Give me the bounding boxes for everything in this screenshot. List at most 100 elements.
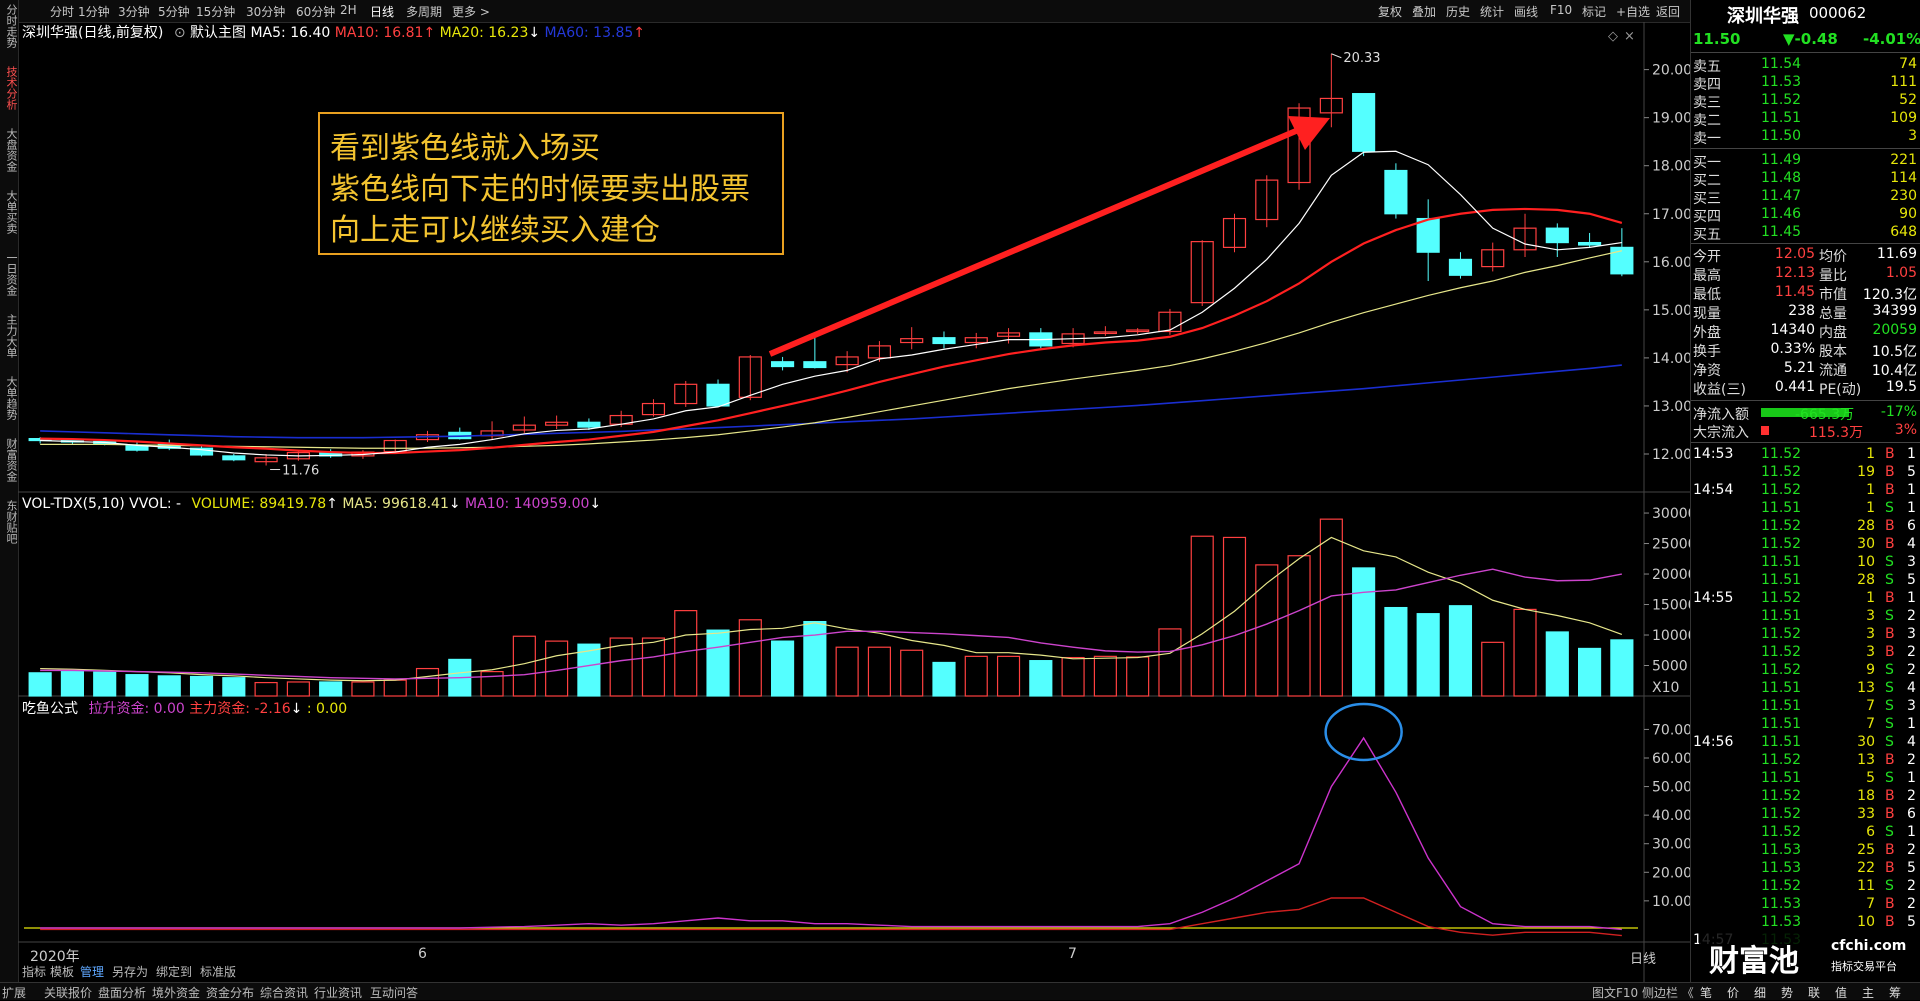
tick-price: 11.53 <box>1761 914 1802 930</box>
sub-tab-0[interactable]: 指标 <box>22 963 46 980</box>
sells-volume: 111 <box>1890 74 1917 90</box>
quote-tab-1[interactable]: 价 <box>1727 984 1739 1001</box>
quote-pct: -4.01% <box>1863 30 1920 48</box>
bottom-tab-6[interactable]: 行业资讯 <box>314 984 362 1001</box>
bottom-tab-7[interactable]: 互动问答 <box>370 984 418 1001</box>
chart-close-icon[interactable]: × <box>1624 29 1635 44</box>
tick-price: 11.51 <box>1761 698 1802 714</box>
tick-count: 1 <box>1907 824 1916 840</box>
volume-value: VOLUME: 89419.78 <box>191 496 327 512</box>
toolbar-tool-3[interactable]: 统计 <box>1480 3 1504 20</box>
tick-volume: 1 <box>1866 482 1875 498</box>
quote-tab-6[interactable]: 主 <box>1862 984 1874 1001</box>
sub-tab-2[interactable]: 管理 <box>80 963 104 980</box>
tick-price: 11.52 <box>1761 536 1802 552</box>
toolbar-tool-1[interactable]: 叠加 <box>1412 3 1436 20</box>
sells-label: 卖一 <box>1693 131 1721 147</box>
period-tab-2[interactable]: 3分钟 <box>118 3 150 20</box>
chart-gear-icon[interactable]: ⊙ <box>174 25 186 41</box>
volume-bar <box>1158 628 1182 697</box>
left-tab-2[interactable]: 大盘资金 <box>1 128 18 172</box>
tick-volume: 7 <box>1866 716 1875 732</box>
sells-volume: 109 <box>1890 110 1917 126</box>
volume-bar <box>60 671 84 697</box>
tick-side: B <box>1885 446 1895 462</box>
volume-bar <box>1578 647 1602 697</box>
ma10-label: MA10: 16.81 <box>334 25 424 41</box>
period-tab-4[interactable]: 15分钟 <box>196 3 235 20</box>
bottom-tab-3[interactable]: 境外资金 <box>152 984 200 1001</box>
period-tab-3[interactable]: 5分钟 <box>158 3 190 20</box>
sub-tab-4[interactable]: 绑定到 <box>156 963 192 980</box>
quote-tab-3[interactable]: 势 <box>1781 984 1793 1001</box>
book-divider <box>1691 148 1920 149</box>
stat-label: 收益(三) <box>1693 382 1746 398</box>
zhuli-fund-label: 主力资金: -2.16 <box>189 701 291 717</box>
tick-volume: 13 <box>1857 680 1875 696</box>
x-axis-period[interactable]: 日线 <box>1630 948 1656 967</box>
template-label[interactable]: 默认主图 <box>190 25 246 41</box>
annotation-line-1: 看到紫色线就入场买 <box>330 131 600 166</box>
low-price-label: 11.76 <box>282 464 319 479</box>
quote-tab-0[interactable]: 笔 <box>1700 984 1712 1001</box>
period-tab-10[interactable]: 更多 > <box>452 3 490 20</box>
stat-value: 14340 <box>1770 322 1815 338</box>
quote-tab-2[interactable]: 细 <box>1754 984 1766 1001</box>
zhuli-down-arrow-icon: ↓ <box>290 701 303 717</box>
period-tab-8[interactable]: 日线 <box>370 3 394 20</box>
buys-label: 买五 <box>1693 227 1721 243</box>
stat-value-2: 120.3亿 <box>1862 287 1917 303</box>
left-tab-1[interactable]: 技术分析 <box>1 66 18 110</box>
left-tab-3[interactable]: 大单买卖 <box>1 190 18 234</box>
candle-body <box>706 383 730 407</box>
tick-time: 14:56 <box>1693 734 1734 750</box>
tick-side: B <box>1885 914 1895 930</box>
period-tab-6[interactable]: 60分钟 <box>296 3 335 20</box>
bottom-right-label[interactable]: 图文F10 侧边栏 《 <box>1592 984 1694 1001</box>
bottom-tab-4[interactable]: 资金分布 <box>206 984 254 1001</box>
left-tab-8[interactable]: 东财贴吧 <box>1 500 18 544</box>
bottom-tab-0[interactable]: 扩展 <box>2 984 26 1001</box>
stat-value: 5.21 <box>1783 360 1815 376</box>
toolbar-tool-7[interactable]: +自选 <box>1616 3 1650 20</box>
period-tab-9[interactable]: 多周期 <box>406 3 442 20</box>
toolbar-tool-4[interactable]: 画线 <box>1514 3 1538 20</box>
left-tab-5[interactable]: 主力大单 <box>1 314 18 358</box>
toolbar-tool-5[interactable]: F10 <box>1550 3 1572 17</box>
period-tab-1[interactable]: 1分钟 <box>78 3 110 20</box>
stat-label-2: 股本 <box>1819 344 1847 360</box>
left-tab-0[interactable]: 分时走势 <box>1 4 18 48</box>
bottom-tab-1[interactable]: 关联报价 <box>44 984 92 1001</box>
indicator-tick-label: 20.00 <box>1652 865 1690 881</box>
quote-tab-7[interactable]: 筹 <box>1889 984 1901 1001</box>
tick-count: 2 <box>1907 644 1916 660</box>
sub-tab-1[interactable]: 模板 <box>50 963 74 980</box>
indicator-name: 吃鱼公式 <box>22 701 78 717</box>
toolbar-tool-2[interactable]: 历史 <box>1446 3 1470 20</box>
volume-bar <box>1610 639 1634 697</box>
bottom-tab-5[interactable]: 综合资讯 <box>260 984 308 1001</box>
left-tab-7[interactable]: 财富资金 <box>1 438 18 482</box>
toolbar-tool-0[interactable]: 复权 <box>1378 3 1402 20</box>
chart-expand-icon[interactable]: ◇ <box>1608 29 1618 44</box>
quote-tab-4[interactable]: 联 <box>1808 984 1820 1001</box>
quote-tab-5[interactable]: 值 <box>1835 984 1847 1001</box>
volume-bar <box>1384 606 1408 697</box>
chart-area[interactable]: 20.00 19.00 18.00 17.00 16.00 15.00 14.00 13.00… <box>18 22 1697 982</box>
period-tab-7[interactable]: 2H <box>340 3 357 17</box>
sub-tab-5[interactable]: 标准版 <box>200 963 236 980</box>
period-tab-0[interactable]: 分时 <box>50 3 74 20</box>
vol-ma5-label: MA5: 99618.41 <box>342 496 449 512</box>
toolbar-tool-6[interactable]: 标记 <box>1582 3 1606 20</box>
tick-row-1: 11.52 19 B 5 <box>1691 464 1920 482</box>
bottom-tab-2[interactable]: 盘面分析 <box>98 984 146 1001</box>
indicator-tick-label: 30.00 <box>1652 837 1690 853</box>
stat-value-2: 20059 <box>1872 322 1917 338</box>
price-tick-label: 13.00 <box>1652 399 1690 415</box>
toolbar-tool-8[interactable]: 返回 <box>1656 3 1680 20</box>
period-tab-5[interactable]: 30分钟 <box>246 3 285 20</box>
sub-tab-3[interactable]: 另存为 <box>112 963 148 980</box>
left-tab-6[interactable]: 大单趋势 <box>1 376 18 420</box>
left-tab-4[interactable]: 一日资金 <box>1 252 18 296</box>
buys-row-0: 买一 11.49 221 <box>1691 152 1920 171</box>
